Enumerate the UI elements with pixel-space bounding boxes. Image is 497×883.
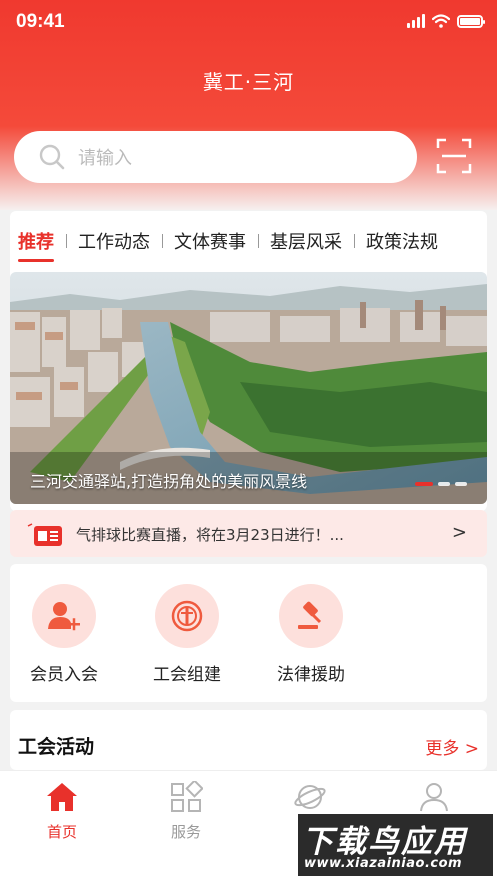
gavel-icon bbox=[298, 601, 322, 629]
more-link[interactable]: 更多 > bbox=[425, 734, 479, 759]
tabbar-home[interactable]: 首页 bbox=[0, 781, 124, 842]
carousel-dot bbox=[438, 482, 450, 486]
grid-icon bbox=[171, 779, 204, 812]
carousel-indicator bbox=[415, 482, 467, 486]
user-icon bbox=[420, 783, 448, 812]
planet-icon bbox=[294, 785, 326, 809]
header: 09:41 冀工·三河 请输入 bbox=[0, 0, 497, 210]
chevron-right-icon: > bbox=[451, 522, 467, 543]
tabbar-label: 首页 bbox=[46, 823, 77, 841]
home-icon bbox=[47, 783, 77, 811]
status-bar: 09:41 bbox=[0, 0, 497, 48]
status-icons bbox=[407, 14, 485, 28]
tab-policy[interactable]: 政策法规 bbox=[354, 228, 450, 254]
banner-carousel[interactable]: 三河交通驿站,打造拐角处的美丽风景线 bbox=[10, 272, 487, 504]
legal-aid-button[interactable]: 法律援助 bbox=[261, 584, 361, 685]
search-icon bbox=[39, 144, 65, 170]
watermark-logo: 下载鸟应用 bbox=[302, 824, 467, 860]
app-title: 冀工·三河 bbox=[202, 70, 295, 94]
tabbar-service[interactable]: 服务 bbox=[124, 779, 248, 842]
banner-caption: 三河交通驿站,打造拐角处的美丽风景线 bbox=[30, 472, 308, 491]
notice-bar[interactable]: 气排球比赛直播，将在3月23日进行！... > bbox=[10, 510, 487, 557]
quick-actions: 会员入会 工会组建 法律援助 bbox=[10, 564, 487, 702]
carousel-dot bbox=[455, 482, 467, 486]
tab-sports-events[interactable]: 文体赛事 bbox=[162, 228, 258, 254]
scan-icon[interactable] bbox=[436, 138, 472, 174]
activity-section: 工会活动 更多 > bbox=[10, 710, 487, 770]
union-build-button[interactable]: 工会组建 bbox=[137, 584, 237, 685]
signal-icon bbox=[407, 14, 425, 28]
category-tabs: 推荐 工作动态 文体赛事 基层风采 政策法规 bbox=[10, 211, 487, 271]
union-emblem-icon bbox=[171, 600, 203, 632]
watermark: 下载鸟应用 www.xiazainiao.com bbox=[298, 814, 493, 876]
battery-icon bbox=[457, 14, 485, 28]
member-join-icon bbox=[48, 602, 80, 631]
wifi-icon bbox=[432, 14, 450, 28]
member-join-button[interactable]: 会员入会 bbox=[14, 584, 114, 685]
carousel-dot-active bbox=[415, 482, 433, 486]
section-title: 工会活动 bbox=[18, 736, 95, 758]
quick-label: 工会组建 bbox=[153, 665, 221, 685]
search-input[interactable]: 请输入 bbox=[14, 131, 417, 183]
status-time: 09:41 bbox=[16, 11, 65, 32]
search-placeholder: 请输入 bbox=[78, 148, 132, 169]
quick-label: 法律援助 bbox=[277, 665, 345, 685]
tabbar-label: 服务 bbox=[170, 823, 201, 841]
tab-grassroots[interactable]: 基层风采 bbox=[258, 228, 354, 254]
watermark-url: www.xiazainiao.com bbox=[304, 856, 463, 871]
tab-work-news[interactable]: 工作动态 bbox=[66, 228, 162, 254]
tab-recommend[interactable]: 推荐 bbox=[14, 228, 66, 262]
quick-label: 会员入会 bbox=[30, 665, 98, 685]
notice-text: 气排球比赛直播，将在3月23日进行！... bbox=[76, 526, 344, 544]
news-icon bbox=[27, 523, 62, 546]
